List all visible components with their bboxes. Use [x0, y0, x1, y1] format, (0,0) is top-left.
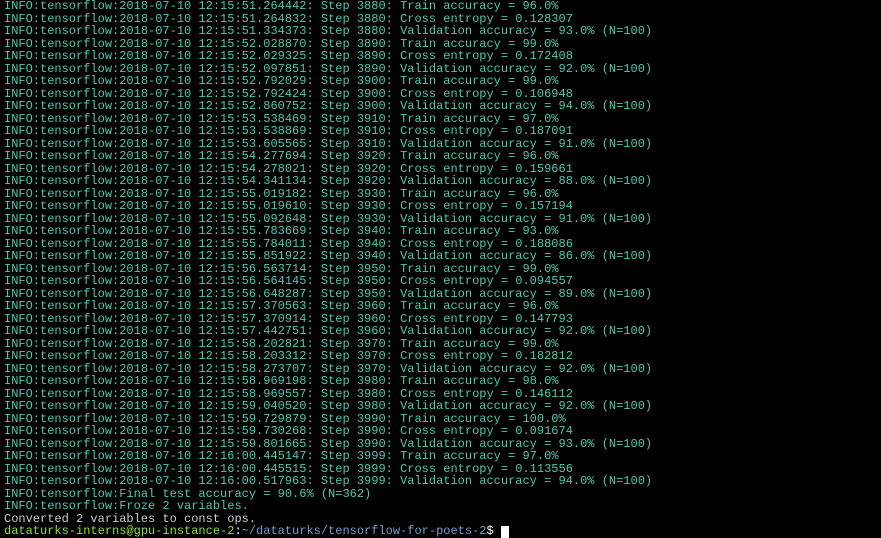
prompt-dollar: $ [486, 524, 500, 538]
log-line: INFO:tensorflow:2018-07-10 12:15:56.5641… [4, 275, 877, 288]
cursor-icon [501, 526, 509, 538]
log-line: INFO:tensorflow:2018-07-10 12:15:55.7836… [4, 225, 877, 238]
log-line: INFO:tensorflow:2018-07-10 12:15:52.0293… [4, 50, 877, 63]
prompt-user-host: dataturks-interns@gpu-instance-2 [4, 524, 234, 538]
log-line: INFO:tensorflow:2018-07-10 12:16:00.4451… [4, 450, 877, 463]
log-line: INFO:tensorflow:2018-07-10 12:15:58.2033… [4, 350, 877, 363]
log-line: INFO:tensorflow:Froze 2 variables. [4, 500, 877, 513]
prompt-colon: : [234, 524, 241, 538]
log-line: INFO:tensorflow:2018-07-10 12:15:52.8607… [4, 100, 877, 113]
shell-prompt[interactable]: dataturks-interns@gpu-instance-2:~/datat… [4, 525, 877, 538]
log-line: INFO:tensorflow:2018-07-10 12:15:59.7302… [4, 425, 877, 438]
prompt-path: ~/dataturks/tensorflow-for-poets-2 [242, 524, 487, 538]
log-line: INFO:tensorflow:2018-07-10 12:15:51.3343… [4, 25, 877, 38]
log-line: INFO:tensorflow:2018-07-10 12:15:53.5388… [4, 125, 877, 138]
log-line: INFO:tensorflow:2018-07-10 12:15:51.2644… [4, 0, 877, 13]
log-line: INFO:tensorflow:2018-07-10 12:15:57.3705… [4, 300, 877, 313]
log-line: INFO:tensorflow:2018-07-10 12:15:58.9691… [4, 375, 877, 388]
log-line: INFO:tensorflow:2018-07-10 12:15:52.7920… [4, 75, 877, 88]
log-line: INFO:tensorflow:2018-07-10 12:15:57.4427… [4, 325, 877, 338]
log-line: INFO:tensorflow:2018-07-10 12:15:59.0405… [4, 400, 877, 413]
log-line: INFO:tensorflow:2018-07-10 12:15:54.3411… [4, 175, 877, 188]
log-line: INFO:tensorflow:2018-07-10 12:15:55.0196… [4, 200, 877, 213]
log-line: INFO:tensorflow:2018-07-10 12:16:00.5179… [4, 475, 877, 488]
log-line: INFO:tensorflow:2018-07-10 12:15:55.8519… [4, 250, 877, 263]
terminal-output: INFO:tensorflow:2018-07-10 12:15:51.2644… [4, 0, 877, 525]
log-line: INFO:tensorflow:2018-07-10 12:15:54.2776… [4, 150, 877, 163]
